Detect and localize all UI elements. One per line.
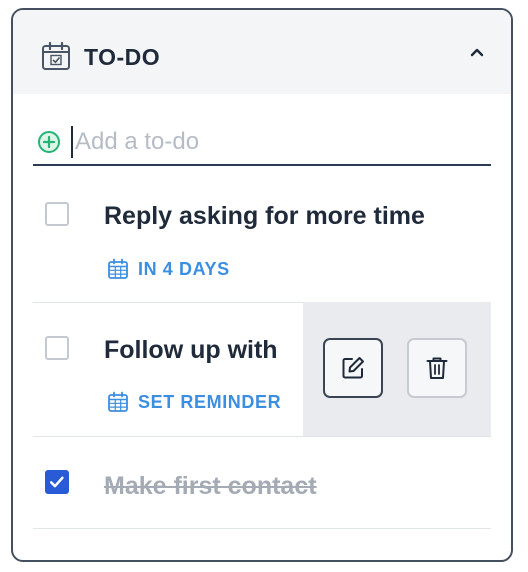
todo-item: Reply asking for more time IN 4 DAYS xyxy=(33,168,491,303)
todo-actions xyxy=(303,302,491,436)
delete-button[interactable] xyxy=(407,338,467,398)
edit-icon xyxy=(342,357,364,379)
todo-checkbox-checked[interactable] xyxy=(45,470,69,494)
due-label: SET REMINDER xyxy=(138,392,282,412)
todo-widget: TO-DO Reply asking for more time xyxy=(11,8,513,562)
edit-button[interactable] xyxy=(323,338,383,398)
set-reminder-link[interactable]: SET REMINDER xyxy=(107,390,281,414)
due-label: IN 4 DAYS xyxy=(138,259,230,279)
check-icon xyxy=(49,476,64,488)
calendar-icon xyxy=(108,258,128,279)
todo-title[interactable]: Make first contact xyxy=(104,472,317,500)
add-todo-row xyxy=(33,120,491,166)
chevron-up-icon[interactable] xyxy=(465,40,489,64)
todo-item-completed: Make first contact xyxy=(33,436,491,529)
calendar-icon xyxy=(108,391,128,412)
widget-title: TO-DO xyxy=(84,44,161,70)
todo-title[interactable]: Reply asking for more time xyxy=(104,202,425,230)
add-todo-input[interactable] xyxy=(71,126,485,158)
trash-icon xyxy=(426,357,448,379)
todo-item: Follow up with SET REMINDER xyxy=(33,302,491,437)
widget-header: TO-DO xyxy=(13,10,511,94)
due-date-link[interactable]: IN 4 DAYS xyxy=(107,257,230,281)
calendar-check-icon xyxy=(42,41,70,70)
plus-circle-icon[interactable] xyxy=(37,130,61,154)
todo-checkbox[interactable] xyxy=(45,336,69,360)
todo-title[interactable]: Follow up with xyxy=(104,336,304,364)
todo-checkbox[interactable] xyxy=(45,202,69,226)
